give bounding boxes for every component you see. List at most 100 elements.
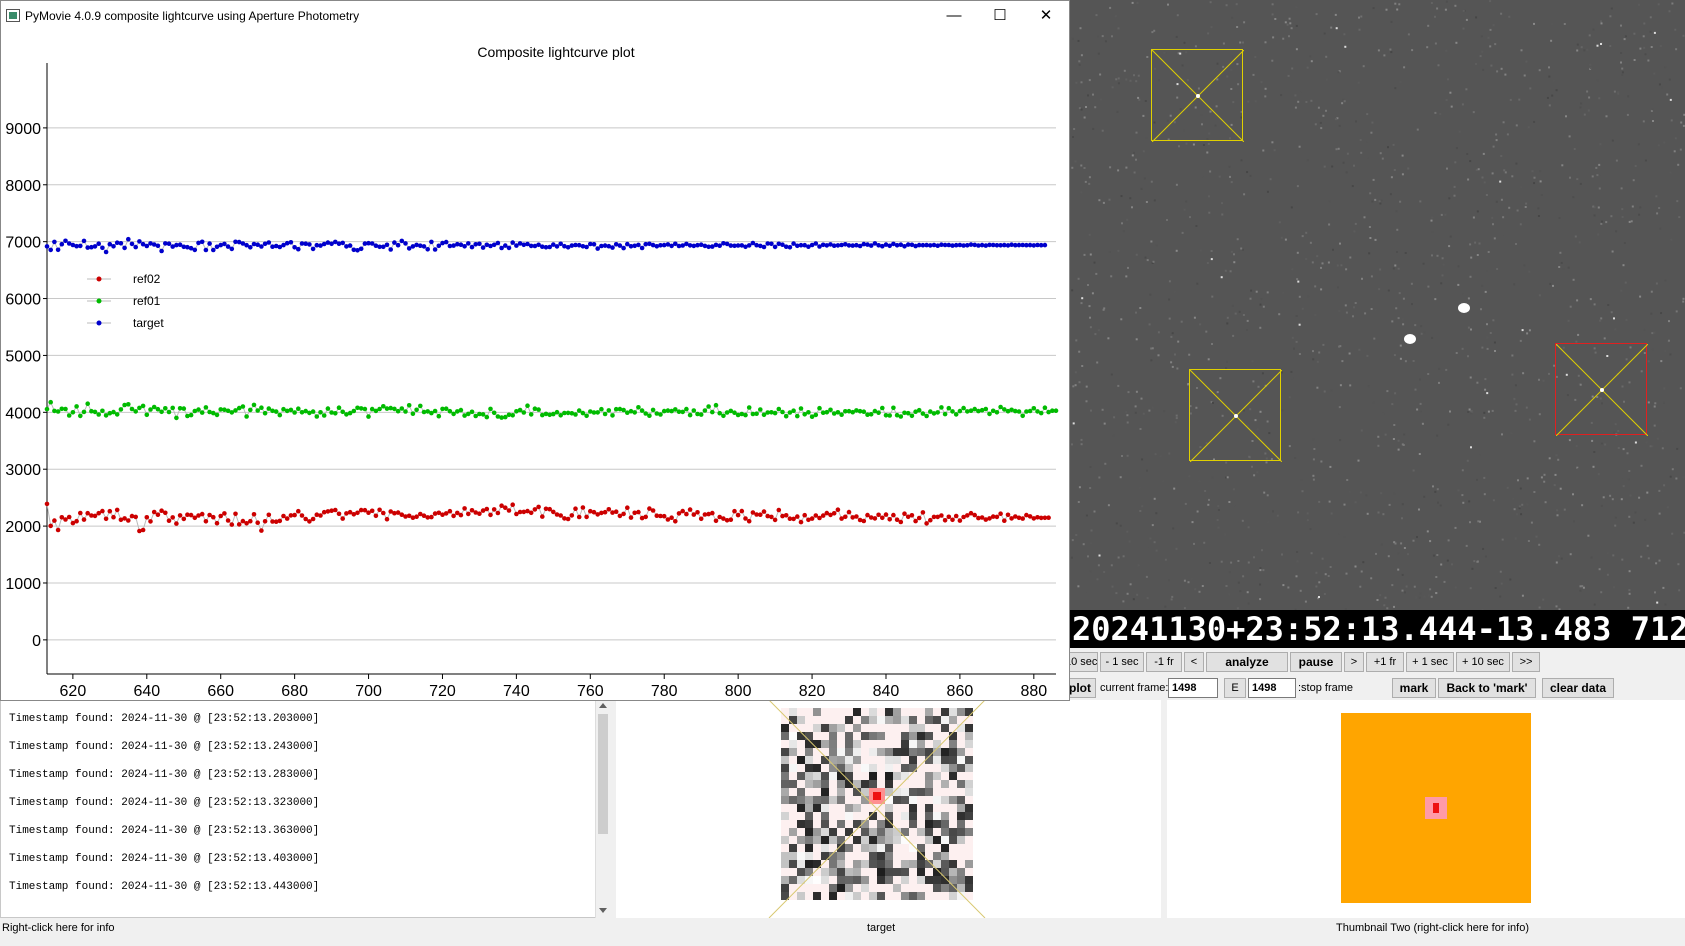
y-tick-label: 5000 (5, 348, 41, 365)
data-point (432, 408, 438, 414)
data-point (846, 509, 852, 515)
mark-button[interactable]: mark (1392, 678, 1436, 698)
aperture-cross-icon (1152, 50, 1244, 142)
data-point (636, 242, 641, 248)
data-point (48, 399, 53, 405)
data-point (114, 507, 120, 513)
data-point (772, 410, 778, 416)
data-point (521, 410, 527, 415)
data-point (362, 406, 368, 412)
data-point (414, 407, 419, 413)
lightcurve-plot[interactable]: Composite lightcurve plot 0 1000 2000 3000 4… (1, 31, 1069, 701)
data-point (813, 412, 819, 418)
data-point (632, 410, 637, 415)
target-aperture-box[interactable] (1555, 343, 1648, 436)
data-point (780, 409, 785, 415)
data-point (78, 510, 83, 516)
next-button[interactable]: > (1344, 652, 1364, 672)
back-1-sec-button[interactable]: - 1 sec (1100, 652, 1144, 672)
y-tick-label: 1000 (5, 576, 41, 593)
data-point (898, 414, 904, 419)
data-point (373, 513, 379, 519)
data-point (854, 514, 859, 519)
data-point (163, 510, 168, 516)
maximize-button[interactable]: ☐ (977, 1, 1023, 31)
current-frame-input[interactable]: 1498 (1168, 678, 1218, 698)
back-to-mark-button[interactable]: Back to 'mark' (1438, 678, 1536, 698)
app-icon (6, 9, 20, 22)
data-point (939, 513, 944, 518)
forward-1-sec-button[interactable]: + 1 sec (1406, 652, 1454, 672)
bottom-panels: Timestamp found: 2024-11-30 @ [23:52:13.… (0, 700, 1685, 946)
thumbnail-two-image (1341, 713, 1531, 903)
data-point (510, 413, 515, 418)
aperture-box[interactable] (1189, 369, 1282, 462)
data-point (199, 239, 205, 245)
data-point (126, 518, 131, 523)
x-tick-label: 700 (355, 683, 382, 700)
prev-button[interactable]: < (1184, 652, 1204, 672)
data-point (118, 241, 124, 246)
pause-button[interactable]: pause (1290, 652, 1342, 672)
back-1-frame-button[interactable]: -1 fr (1146, 652, 1182, 672)
data-point (266, 512, 272, 518)
data-point (248, 518, 253, 524)
thumbnail-two-label: Thumbnail Two (right-click here for info… (1336, 922, 1529, 934)
data-point (687, 412, 693, 418)
data-point (347, 243, 353, 248)
data-point (425, 247, 431, 252)
data-point (259, 405, 264, 411)
data-point (843, 514, 848, 520)
data-point (540, 514, 545, 519)
data-point (52, 239, 57, 245)
data-point (872, 516, 878, 521)
stop-frame-input[interactable]: 1498 (1248, 678, 1296, 698)
data-point (488, 512, 493, 518)
analyze-button[interactable]: analyze (1206, 652, 1288, 672)
image-view[interactable] (1070, 0, 1685, 648)
data-point (44, 244, 50, 249)
data-point (898, 519, 904, 525)
data-point (122, 245, 127, 251)
legend-label: ref01 (133, 294, 161, 308)
data-point (887, 413, 892, 418)
close-button[interactable]: ✕ (1023, 1, 1069, 31)
series-ref02 (44, 501, 1051, 534)
data-point (403, 409, 408, 414)
minimize-button[interactable]: — (931, 1, 977, 31)
thumbnail-two[interactable] (1167, 700, 1685, 918)
e-button[interactable]: E (1224, 678, 1246, 698)
x-tick-label: 680 (281, 683, 308, 700)
log-scrollbar[interactable] (595, 700, 611, 918)
data-point (436, 243, 442, 249)
data-point (817, 405, 822, 411)
thumbnail-one[interactable] (616, 700, 1161, 918)
log-panel[interactable]: Timestamp found: 2024-11-30 @ [23:52:13.… (0, 700, 596, 918)
data-point (950, 409, 955, 414)
data-point (225, 518, 231, 523)
fast-forward-button[interactable]: >> (1512, 652, 1540, 672)
aperture-box[interactable] (1151, 49, 1244, 142)
data-point (746, 405, 752, 410)
data-point (310, 409, 316, 414)
legend-marker (96, 320, 102, 326)
series-ref01 (44, 399, 1059, 421)
data-point (713, 518, 719, 524)
data-point (953, 412, 959, 417)
data-point (100, 245, 105, 251)
clear-data-button[interactable]: clear data (1542, 678, 1614, 698)
data-point (166, 518, 172, 523)
forward-1-frame-button[interactable]: +1 fr (1366, 652, 1404, 672)
data-point (392, 240, 397, 245)
data-point (506, 508, 512, 513)
x-tick-label: 800 (725, 683, 752, 700)
data-point (484, 506, 490, 512)
window-titlebar[interactable]: PyMovie 4.0.9 composite lightcurve using… (1, 1, 1069, 31)
timestamp-overlay: 20241130+23:52:13.444-13.483 71297 (1070, 610, 1685, 648)
forward-10-sec-button[interactable]: + 10 sec (1456, 652, 1510, 672)
data-point (606, 507, 612, 512)
data-point (717, 410, 722, 416)
data-point (506, 245, 512, 251)
data-point (137, 239, 142, 244)
data-point (983, 406, 989, 412)
